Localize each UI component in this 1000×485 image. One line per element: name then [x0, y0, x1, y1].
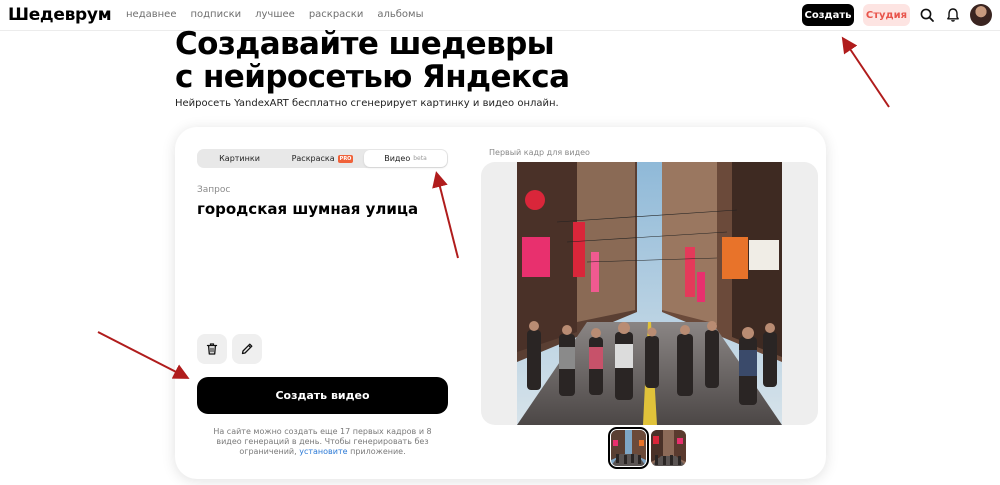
- beta-badge: beta: [413, 155, 427, 162]
- page-title: Создавайте шедевры с нейросетью Яндекса: [175, 26, 570, 95]
- edit-prompt-button[interactable]: [232, 334, 262, 364]
- first-frame-preview: [481, 162, 818, 425]
- nav-item-best[interactable]: лучшее: [255, 9, 295, 20]
- mode-tabs: Картинки Раскраска PRO Видео beta: [197, 149, 448, 168]
- arrow-to-create: [841, 36, 890, 108]
- tab-coloring[interactable]: Раскраска PRO: [281, 150, 364, 167]
- generator-card: Картинки Раскраска PRO Видео beta Запрос г…: [175, 127, 826, 479]
- clear-prompt-button[interactable]: [197, 334, 227, 364]
- prompt-input[interactable]: городская шумная улица: [197, 200, 418, 218]
- arrow-to-create-video: [97, 331, 190, 379]
- main-nav: недавнее подписки лучшее раскраски альбо…: [126, 9, 437, 20]
- logo[interactable]: Шедеврум: [8, 5, 112, 25]
- page-subtitle: Нейросеть YandexART бесплатно сгенерируе…: [175, 98, 559, 109]
- create-video-button[interactable]: Создать видео: [197, 377, 448, 414]
- nav-item-recent[interactable]: недавнее: [126, 9, 176, 20]
- search-icon[interactable]: [919, 7, 935, 23]
- prompt-label: Запрос: [197, 185, 231, 195]
- nav-item-albums[interactable]: альбомы: [377, 9, 423, 20]
- install-app-link[interactable]: установите: [299, 447, 347, 456]
- thumbnail-image: [611, 430, 646, 466]
- tab-video[interactable]: Видео beta: [364, 150, 447, 167]
- nav-item-subscriptions[interactable]: подписки: [190, 9, 241, 20]
- thumbnail-image: [651, 430, 686, 466]
- pro-badge: PRO: [337, 154, 354, 163]
- pencil-icon: [241, 343, 253, 355]
- limit-note: На сайте можно создать еще 17 первых кад…: [213, 427, 432, 456]
- thumbnail-1[interactable]: [608, 427, 649, 469]
- nav-item-coloring[interactable]: раскраски: [309, 9, 364, 20]
- create-button[interactable]: Создать: [802, 4, 854, 26]
- trash-icon: [206, 343, 218, 355]
- avatar[interactable]: [970, 4, 992, 26]
- tab-images[interactable]: Картинки: [198, 150, 281, 167]
- street-image: [517, 162, 782, 425]
- studio-button[interactable]: Студия: [863, 4, 910, 26]
- thumbnail-2[interactable]: [651, 430, 686, 466]
- bell-icon[interactable]: [945, 7, 961, 23]
- preview-label: Первый кадр для видео: [489, 148, 590, 157]
